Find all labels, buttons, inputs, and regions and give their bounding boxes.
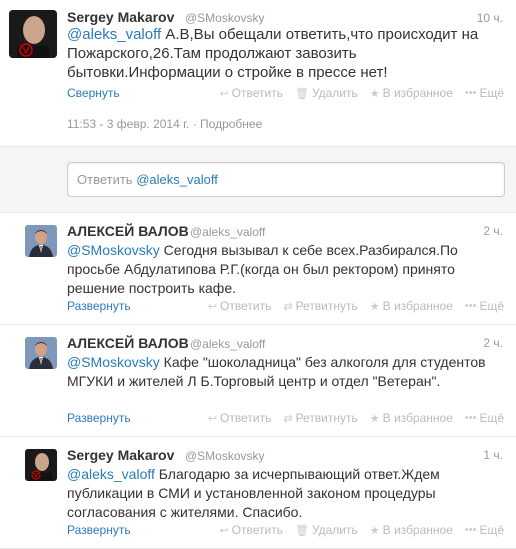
star-icon: ★	[369, 412, 380, 425]
mention-link[interactable]: @aleks_valoff	[67, 26, 161, 43]
ellipsis-icon: •••	[464, 524, 477, 536]
reply-button[interactable]: ↩ Ответить	[219, 523, 283, 537]
retweet-label: Ретвитнуть	[295, 299, 358, 313]
reply-button[interactable]: ↩ Ответить	[208, 411, 272, 425]
conversation-thread: Sergey Makarov @SMoskovsky 10 ч. @aleks_…	[0, 0, 516, 549]
reply-tweet[interactable]: АЛЕКСЕЙ ВАЛОВ @aleks_valoff 2 ч. @SMosko…	[0, 213, 516, 325]
reply-mention: @aleks_valoff	[136, 172, 218, 187]
reply-tweet[interactable]: Sergey Makarov @SMoskovsky 1 ч. @aleks_v…	[0, 437, 516, 549]
ellipsis-icon: •••	[464, 412, 477, 424]
reply-icon: ↩	[207, 412, 218, 425]
star-icon: ★	[369, 300, 380, 313]
favorite-button[interactable]: ★ В избранное	[370, 299, 453, 313]
tweet-text: @aleks_valoff Благодарю за исчерпывающий…	[67, 465, 497, 522]
reply-button[interactable]: ↩ Ответить	[219, 86, 283, 100]
more-label: Ещё	[479, 86, 504, 100]
author-handle[interactable]: @aleks_valoff	[190, 337, 265, 351]
tweet-actions: ↩ Ответить ⇄ Ретвитнуть ★ В избранное ••• Ещ…	[208, 299, 504, 313]
avatar[interactable]	[25, 225, 57, 257]
more-button[interactable]: ••• Ещё	[465, 523, 504, 537]
author-handle[interactable]: @SMoskovsky	[185, 449, 265, 463]
tweet-time[interactable]: 2 ч.	[483, 336, 503, 350]
main-tweet[interactable]: Sergey Makarov @SMoskovsky 10 ч. @aleks_…	[0, 0, 516, 146]
delete-button[interactable]: 🗑 Удалить	[295, 523, 358, 537]
author-name[interactable]: АЛЕКСЕЙ ВАЛОВ	[67, 223, 189, 239]
favorite-label: В избранное	[382, 86, 453, 100]
delete-button[interactable]: 🗑 Удалить	[295, 86, 358, 100]
tweet-datetime[interactable]: 11:53 - 3 февр. 2014 г.	[67, 117, 189, 131]
trash-icon: 🗑	[294, 524, 309, 537]
reply-composer-area: Ответить @aleks_valoff	[0, 146, 516, 213]
retweet-icon: ⇄	[283, 300, 293, 313]
author-name[interactable]: Sergey Makarov	[67, 447, 174, 463]
retweet-button[interactable]: ⇄ Ретвитнуть	[283, 299, 357, 313]
ellipsis-icon: •••	[464, 87, 477, 99]
ellipsis-icon: •••	[464, 300, 477, 312]
tweet-time[interactable]: 10 ч.	[477, 11, 503, 25]
trash-icon: 🗑	[294, 87, 309, 100]
delete-label: Удалить	[311, 523, 358, 537]
more-label: Ещё	[479, 299, 504, 313]
favorite-button[interactable]: ★ В избранное	[370, 411, 453, 425]
reply-input[interactable]: Ответить @aleks_valoff	[67, 162, 505, 197]
details-link[interactable]: Подробнее	[200, 117, 262, 131]
author-handle[interactable]: @aleks_valoff	[190, 225, 265, 239]
reply-label: Ответить	[231, 86, 283, 100]
tweet-text: @SMoskovsky Сегодня вызывал к себе всех.…	[67, 241, 497, 298]
reply-prefix: Ответить	[77, 172, 133, 187]
avatar-image	[25, 337, 57, 369]
delete-label: Удалить	[311, 86, 358, 100]
favorite-button[interactable]: ★ В избранное	[370, 86, 453, 100]
author-name[interactable]: АЛЕКСЕЙ ВАЛОВ	[67, 335, 189, 351]
retweet-label: Ретвитнуть	[295, 411, 358, 425]
star-icon: ★	[369, 87, 380, 100]
favorite-button[interactable]: ★ В избранное	[370, 523, 453, 537]
avatar-image	[9, 10, 57, 58]
retweet-icon: ⇄	[283, 412, 293, 425]
avatar[interactable]	[9, 10, 57, 58]
reply-icon: ↩	[219, 87, 229, 100]
more-button[interactable]: ••• Ещё	[465, 86, 504, 100]
avatar[interactable]	[25, 449, 57, 481]
meta-separator: ·	[189, 117, 201, 131]
expand-link[interactable]: Развернуть	[67, 523, 131, 537]
mention-link[interactable]: @SMoskovsky	[67, 354, 160, 370]
reply-label: Ответить	[220, 411, 272, 425]
author-name[interactable]: Sergey Makarov	[67, 9, 174, 25]
expand-link[interactable]: Развернуть	[67, 299, 131, 313]
tweet-actions: ↩ Ответить 🗑 Удалить ★ В избранное ••• Ещё	[219, 86, 504, 100]
tweet-time[interactable]: 2 ч.	[483, 224, 503, 238]
avatar-image	[25, 449, 57, 481]
favorite-label: В избранное	[382, 411, 453, 425]
retweet-button[interactable]: ⇄ Ретвитнуть	[283, 411, 357, 425]
reply-tweet[interactable]: АЛЕКСЕЙ ВАЛОВ @aleks_valoff 2 ч. @SMosko…	[0, 325, 516, 437]
star-icon: ★	[369, 524, 380, 537]
reply-button[interactable]: ↩ Ответить	[208, 299, 272, 313]
expand-link[interactable]: Развернуть	[67, 411, 131, 425]
mention-link[interactable]: @SMoskovsky	[67, 242, 160, 258]
favorite-label: В избранное	[382, 523, 453, 537]
avatar[interactable]	[25, 337, 57, 369]
favorite-label: В избранное	[382, 299, 453, 313]
avatar-image	[25, 225, 57, 257]
more-button[interactable]: ••• Ещё	[465, 299, 504, 313]
reply-label: Ответить	[231, 523, 283, 537]
more-label: Ещё	[479, 411, 504, 425]
tweet-time[interactable]: 1 ч.	[483, 448, 503, 462]
more-button[interactable]: ••• Ещё	[465, 411, 504, 425]
tweet-text: @SMoskovsky Кафе "шоколадница" без алког…	[67, 353, 497, 391]
reply-icon: ↩	[219, 524, 229, 537]
more-label: Ещё	[479, 523, 504, 537]
reply-label: Ответить	[220, 299, 272, 313]
tweet-meta: 11:53 - 3 февр. 2014 г. · Подробнее	[67, 117, 262, 131]
author-handle[interactable]: @SMoskovsky	[185, 11, 265, 25]
collapse-link[interactable]: Свернуть	[67, 86, 120, 100]
tweet-actions: ↩ Ответить 🗑 Удалить ★ В избранное ••• Ещё	[219, 523, 504, 537]
tweet-actions: ↩ Ответить ⇄ Ретвитнуть ★ В избранное ••• Ещ…	[208, 411, 504, 425]
reply-icon: ↩	[207, 300, 218, 313]
mention-link[interactable]: @aleks_valoff	[67, 466, 155, 482]
tweet-text: @aleks_valoff А.В,Вы обещали ответить,чт…	[67, 25, 502, 82]
